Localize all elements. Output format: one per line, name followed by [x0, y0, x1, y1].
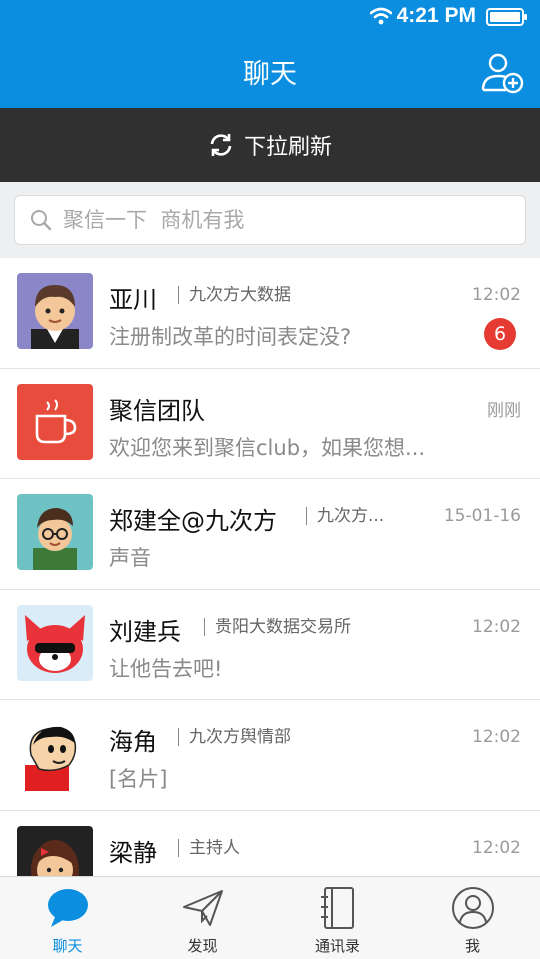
chat-name: 聚信团队: [109, 396, 205, 425]
avatar: [17, 273, 93, 349]
avatar: [17, 715, 93, 791]
chat-preview: [名片]: [109, 767, 168, 791]
refresh-label: 下拉刷新: [243, 135, 332, 160]
chat-name: 刘建兵: [109, 617, 181, 646]
tab-me[interactable]: 我: [405, 877, 540, 959]
top-bar: 4:21 PM 聊天: [0, 0, 540, 108]
chat-bubble-icon: [47, 889, 88, 927]
chat-org: 主持人: [178, 838, 378, 857]
tab-label: 我: [464, 937, 480, 955]
chat-preview: 注册制改革的时间表定没?: [109, 325, 352, 349]
address-book-icon: [320, 887, 354, 929]
chat-time: 12:02: [472, 727, 521, 747]
tab-label: 发现: [187, 937, 218, 955]
unread-badge: 6: [484, 318, 516, 350]
tab-discover[interactable]: 发现: [135, 877, 270, 959]
avatar: [17, 494, 93, 570]
tab-contacts[interactable]: 通讯录: [270, 877, 405, 959]
chat-org: 九次方舆情部: [178, 728, 378, 746]
search-area: [0, 182, 540, 258]
chat-org: 贵阳大数据交易所: [204, 617, 404, 636]
chat-name: 郑建全@九次方: [109, 507, 277, 535]
page-title: 聊天: [243, 59, 297, 90]
chat-name: 亚川: [109, 286, 157, 314]
chat-row-3[interactable]: 刘建兵 贵阳大数据交易所 12:02 让他告去吧!: [0, 590, 540, 700]
paper-plane-icon: [182, 890, 223, 926]
search-icon: [31, 210, 52, 231]
avatar: [17, 825, 93, 876]
search-box[interactable]: [14, 195, 526, 245]
chat-time: 12:02: [472, 837, 521, 858]
chat-time: 刚刚: [487, 400, 521, 421]
tab-chat[interactable]: 聊天: [0, 877, 135, 959]
chat-org: 九次方大数据: [178, 286, 378, 304]
chat-row-5[interactable]: 梁静 主持人 12:02: [0, 811, 540, 876]
chat-row-0[interactable]: 亚川 九次方大数据 12:02 注册制改革的时间表定没? 6: [0, 258, 540, 369]
bottom-tab-bar: 聊天 发现 通讯录 我: [0, 876, 540, 959]
status-bar: 4:21 PM: [0, 0, 540, 34]
search-input[interactable]: [63, 208, 503, 232]
refresh-icon: [210, 134, 232, 156]
pull-refresh-bar: 下拉刷新: [0, 108, 540, 182]
user-icon: [451, 887, 494, 929]
chat-preview: 声音: [109, 546, 151, 570]
chat-time: 12:02: [472, 285, 521, 305]
tab-label: 聊天: [52, 937, 83, 955]
chat-list: 亚川 九次方大数据 12:02 注册制改革的时间表定没? 6 聚信团队 刚刚 欢…: [0, 258, 540, 876]
chat-name: 梁静: [109, 838, 157, 867]
tab-label: 通讯录: [314, 937, 360, 955]
chat-org: 九次方...: [306, 507, 406, 525]
chat-row-2[interactable]: 郑建全@九次方 九次方... 15-01-16 声音: [0, 479, 540, 590]
add-friend-icon[interactable]: [480, 50, 524, 94]
chat-time: 15-01-16: [443, 506, 521, 526]
chat-time: 12:02: [472, 616, 521, 637]
chat-preview: 让他告去吧!: [109, 656, 223, 681]
status-time: 4:21 PM: [396, 4, 476, 27]
wifi-icon: [370, 7, 392, 25]
avatar: [17, 604, 93, 681]
chat-row-4[interactable]: 海角 九次方舆情部 12:02 [名片]: [0, 700, 540, 811]
avatar: [17, 383, 93, 460]
chat-name: 海角: [109, 728, 157, 756]
chat-preview: 欢迎您来到聚信club，如果您想...: [109, 435, 426, 460]
chat-row-1[interactable]: 聚信团队 刚刚 欢迎您来到聚信club，如果您想...: [0, 369, 540, 479]
battery-icon: [486, 8, 527, 26]
